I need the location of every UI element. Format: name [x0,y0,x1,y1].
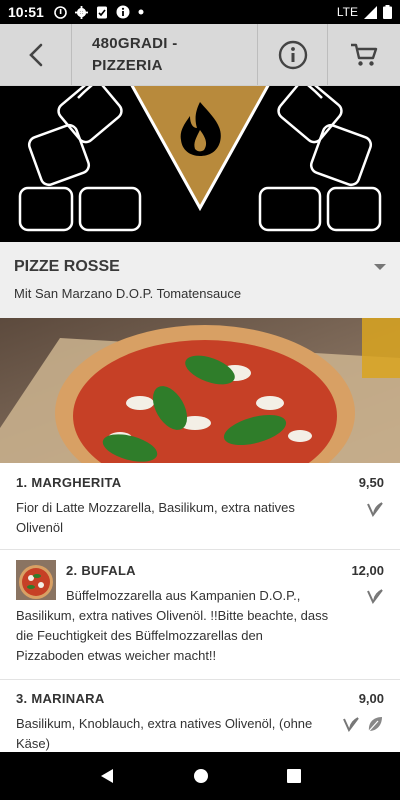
pizza-photo [0,318,400,463]
vegetarian-icon [343,717,359,732]
vegan-leaf-icon [368,717,382,732]
nav-back-icon[interactable] [99,768,115,784]
signal-icon [364,5,377,19]
info-circle-icon [278,40,307,69]
app-title-line1: 480GRADI - [92,34,178,52]
system-nav-bar [0,752,400,800]
network-type: LTE [336,5,358,19]
cart-icon [351,43,378,66]
status-bar: 10:51 LTE [0,0,400,24]
menu-item-margherita[interactable]: 1. MARGHERITA 9,50 Fior di Latte Mozzare… [0,463,400,550]
pizza-oven-logo [18,86,382,232]
category-title: PIZZE ROSSE [14,258,120,275]
item-price: 12,00 [351,563,384,578]
circle-info-icon [54,5,67,19]
info-icon [116,5,130,19]
app-bar: 480GRADI - PIZZERIA [0,24,400,86]
back-arrow-icon [28,43,42,66]
item-description: Basilikum, Knoblauch, extra natives Oliv… [16,716,313,751]
battery-icon [383,5,392,19]
item-name: 1. MARGHERITA [16,475,122,490]
nav-home-icon[interactable] [193,768,209,784]
category-header[interactable]: PIZZE ROSSE Mit San Marzano D.O.P. Tomat… [0,242,400,318]
item-name: 2. BUFALA [66,563,136,578]
item-description: Büffelmozzarella aus Kampanien D.O.P., B… [16,588,329,663]
item-price: 9,50 [358,475,384,490]
item-price: 9,00 [358,691,384,706]
info-button[interactable] [258,24,328,85]
vegetarian-icon [367,589,383,604]
menu-item-bufala[interactable]: 2. BUFALA 12,00 Büffelmozzarella aus Kam… [0,550,400,680]
item-description: Fior di Latte Mozzarella, Basilikum, ext… [16,500,295,535]
dot-icon [138,9,144,15]
app-title: 480GRADI - PIZZERIA [92,33,178,77]
app-title-line2: PIZZERIA [92,56,163,74]
nav-recents-icon[interactable] [287,769,301,783]
clipboard-icon [96,6,107,19]
category-subtitle: Mit San Marzano D.O.P. Tomatensauce [14,286,242,301]
menu-item-marinara[interactable]: 3. MARINARA 9,00 Basilikum, Knoblauch, e… [0,680,400,752]
cart-button[interactable] [328,24,400,85]
app-title-container: 480GRADI - PIZZERIA [72,24,258,85]
chevron-down-icon[interactable] [374,264,386,270]
status-time: 10:51 [8,4,44,20]
item-name: 3. MARINARA [16,691,105,706]
back-button[interactable] [0,24,72,85]
category-photo [0,318,400,463]
vegetarian-icon [367,502,383,517]
gear-icon [74,5,88,19]
status-notification-icons [54,5,144,19]
status-right: LTE [337,5,392,19]
hero-banner [0,86,400,242]
